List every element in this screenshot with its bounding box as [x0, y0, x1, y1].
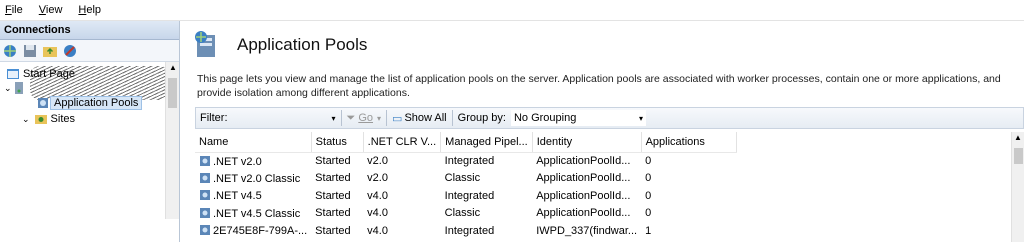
column-header-identity[interactable]: Identity [532, 132, 642, 153]
scroll-up-icon[interactable]: ▲ [1014, 133, 1022, 142]
cell-status: Started [315, 189, 351, 202]
table-row[interactable]: .NET v4.5 Classic Started v4.0 Classic A… [195, 205, 736, 223]
group-by-value: No Grouping [513, 112, 577, 124]
toolbar-divider [451, 110, 453, 126]
up-folder-icon[interactable] [42, 43, 58, 59]
page-title: Application Pools [237, 35, 368, 54]
tree-node-application-pools[interactable]: Application Pools [36, 95, 143, 111]
show-all-button[interactable]: Show All [404, 112, 446, 124]
save-icon[interactable] [22, 43, 38, 59]
cell-status: Started [315, 172, 351, 185]
cell-clr-version: v2.0 [367, 172, 388, 185]
connect-globe-icon[interactable] [2, 43, 18, 59]
cell-clr-version: v4.0 [367, 207, 388, 220]
application-pools-icon [38, 98, 48, 108]
cell-name: .NET v4.5 [213, 190, 262, 203]
connections-pane: Connections Start Page ⌄ Application Poo… [0, 21, 180, 242]
cell-managed-pipeline: Integrated [444, 224, 495, 237]
cell-applications: 0 [645, 155, 652, 167]
cell-managed-pipeline: Integrated [444, 155, 495, 167]
table-scrollbar[interactable]: ▲ [1011, 132, 1024, 242]
column-header-clr-version[interactable]: .NET CLR V... [363, 132, 442, 153]
application-pools-table: Name Status .NET CLR V... Managed Pipel.… [195, 132, 737, 240]
menu-view[interactable]: View [39, 4, 63, 16]
cell-clr-version: v2.0 [367, 155, 388, 167]
chevron-down-icon[interactable]: ▾ [332, 114, 336, 123]
server-icon [14, 82, 23, 94]
cell-managed-pipeline: Integrated [444, 189, 495, 202]
table-scrollbar-thumb[interactable] [1014, 148, 1023, 164]
menu-help[interactable]: Help [78, 4, 101, 16]
funnel-icon: ⏷ [346, 111, 356, 124]
toolbar-divider [340, 110, 342, 126]
connections-tree: Start Page ⌄ Application Pools ⌄ Sites ▲ [0, 62, 179, 240]
cell-applications: 0 [645, 207, 652, 220]
column-header-applications[interactable]: Applications [641, 132, 737, 153]
page-header: Application Pools [191, 29, 367, 61]
toolbar-divider [386, 110, 388, 126]
cell-name: .NET v2.0 Classic [213, 172, 301, 185]
filter-toolbar: Filter: ▾ ⏷ Go ▾ ▭ Show All Group by: No… [195, 107, 1024, 129]
column-header-status[interactable]: Status [311, 132, 364, 153]
cell-status: Started [315, 155, 351, 167]
tree-label-application-pools: Application Pools [50, 96, 143, 110]
disconnect-icon[interactable] [62, 43, 78, 59]
chevron-down-icon[interactable]: ⌄ [22, 114, 30, 125]
tree-node-sites[interactable]: ⌄ Sites [22, 111, 78, 127]
column-header-managed-pipeline[interactable]: Managed Pipel... [440, 132, 533, 153]
cell-clr-version: v4.0 [367, 189, 388, 202]
cell-managed-pipeline: Classic [444, 207, 481, 220]
table-row[interactable]: .NET v2.0 Classic Started v2.0 Classic A… [195, 170, 736, 188]
cell-name: .NET v4.5 Classic [213, 207, 301, 220]
table-row[interactable]: .NET v2.0 Started v2.0 Integrated Applic… [195, 152, 736, 170]
cell-clr-version: v4.0 [367, 224, 388, 237]
cell-status: Started [315, 207, 351, 220]
page-description: This page lets you view and manage the l… [197, 73, 1001, 99]
tree-scrollbar-thumb[interactable] [168, 78, 177, 108]
cell-identity: IWPD_337(findwar... [536, 224, 638, 237]
cell-name: 2E745E8F-799A-... [213, 225, 308, 238]
sites-folder-icon [34, 115, 47, 124]
cell-applications: 0 [645, 172, 652, 185]
cell-identity: ApplicationPoolId... [536, 172, 631, 185]
filter-label: Filter: [200, 112, 228, 124]
chevron-down-icon: ▾ [638, 113, 643, 123]
app-pool-icon [200, 207, 210, 218]
tree-scrollbar[interactable]: ▲ [165, 62, 179, 219]
column-header-name[interactable]: Name [195, 132, 312, 153]
app-pool-icon [200, 225, 210, 236]
menu-file[interactable]: File [5, 4, 23, 16]
cell-status: Started [315, 224, 351, 237]
connections-toolbar [0, 40, 179, 62]
menu-bar: File View Help [0, 0, 1024, 21]
cell-managed-pipeline: Classic [444, 172, 481, 185]
table-row[interactable]: .NET v4.5 Started v4.0 Integrated Applic… [195, 187, 736, 205]
scroll-up-icon[interactable]: ▲ [169, 63, 177, 72]
connections-title: Connections [0, 21, 179, 40]
start-page-icon [7, 69, 19, 79]
cell-applications: 0 [645, 189, 652, 202]
application-pools-pane: Application Pools This page lets you vie… [183, 21, 1024, 242]
cell-applications: 1 [645, 224, 652, 237]
cell-identity: ApplicationPoolId... [536, 207, 631, 220]
cell-identity: ApplicationPoolId... [536, 155, 631, 167]
cell-name: .NET v2.0 [213, 155, 262, 168]
table-body: .NET v2.0 Started v2.0 Integrated Applic… [195, 152, 736, 240]
chevron-down-icon[interactable]: ⌄ [4, 83, 12, 94]
cell-identity: ApplicationPoolId... [536, 189, 631, 202]
show-all-icon: ▭ [392, 112, 403, 125]
app-pool-icon [200, 172, 210, 183]
group-by-label: Group by: [457, 112, 506, 124]
chevron-down-icon[interactable]: ▾ [377, 114, 381, 123]
table-row[interactable]: 2E745E8F-799A-... Started v4.0 Integrate… [195, 222, 736, 240]
group-by-select[interactable]: No Grouping ▾ [510, 110, 646, 126]
tree-node-server[interactable]: ⌄ [4, 80, 26, 96]
app-pool-icon [200, 190, 210, 201]
filter-input[interactable] [231, 110, 332, 126]
tree-label-sites: Sites [50, 113, 76, 125]
go-button[interactable]: Go [358, 112, 373, 124]
app-pool-icon [200, 155, 210, 166]
application-pools-header-icon [195, 31, 215, 57]
